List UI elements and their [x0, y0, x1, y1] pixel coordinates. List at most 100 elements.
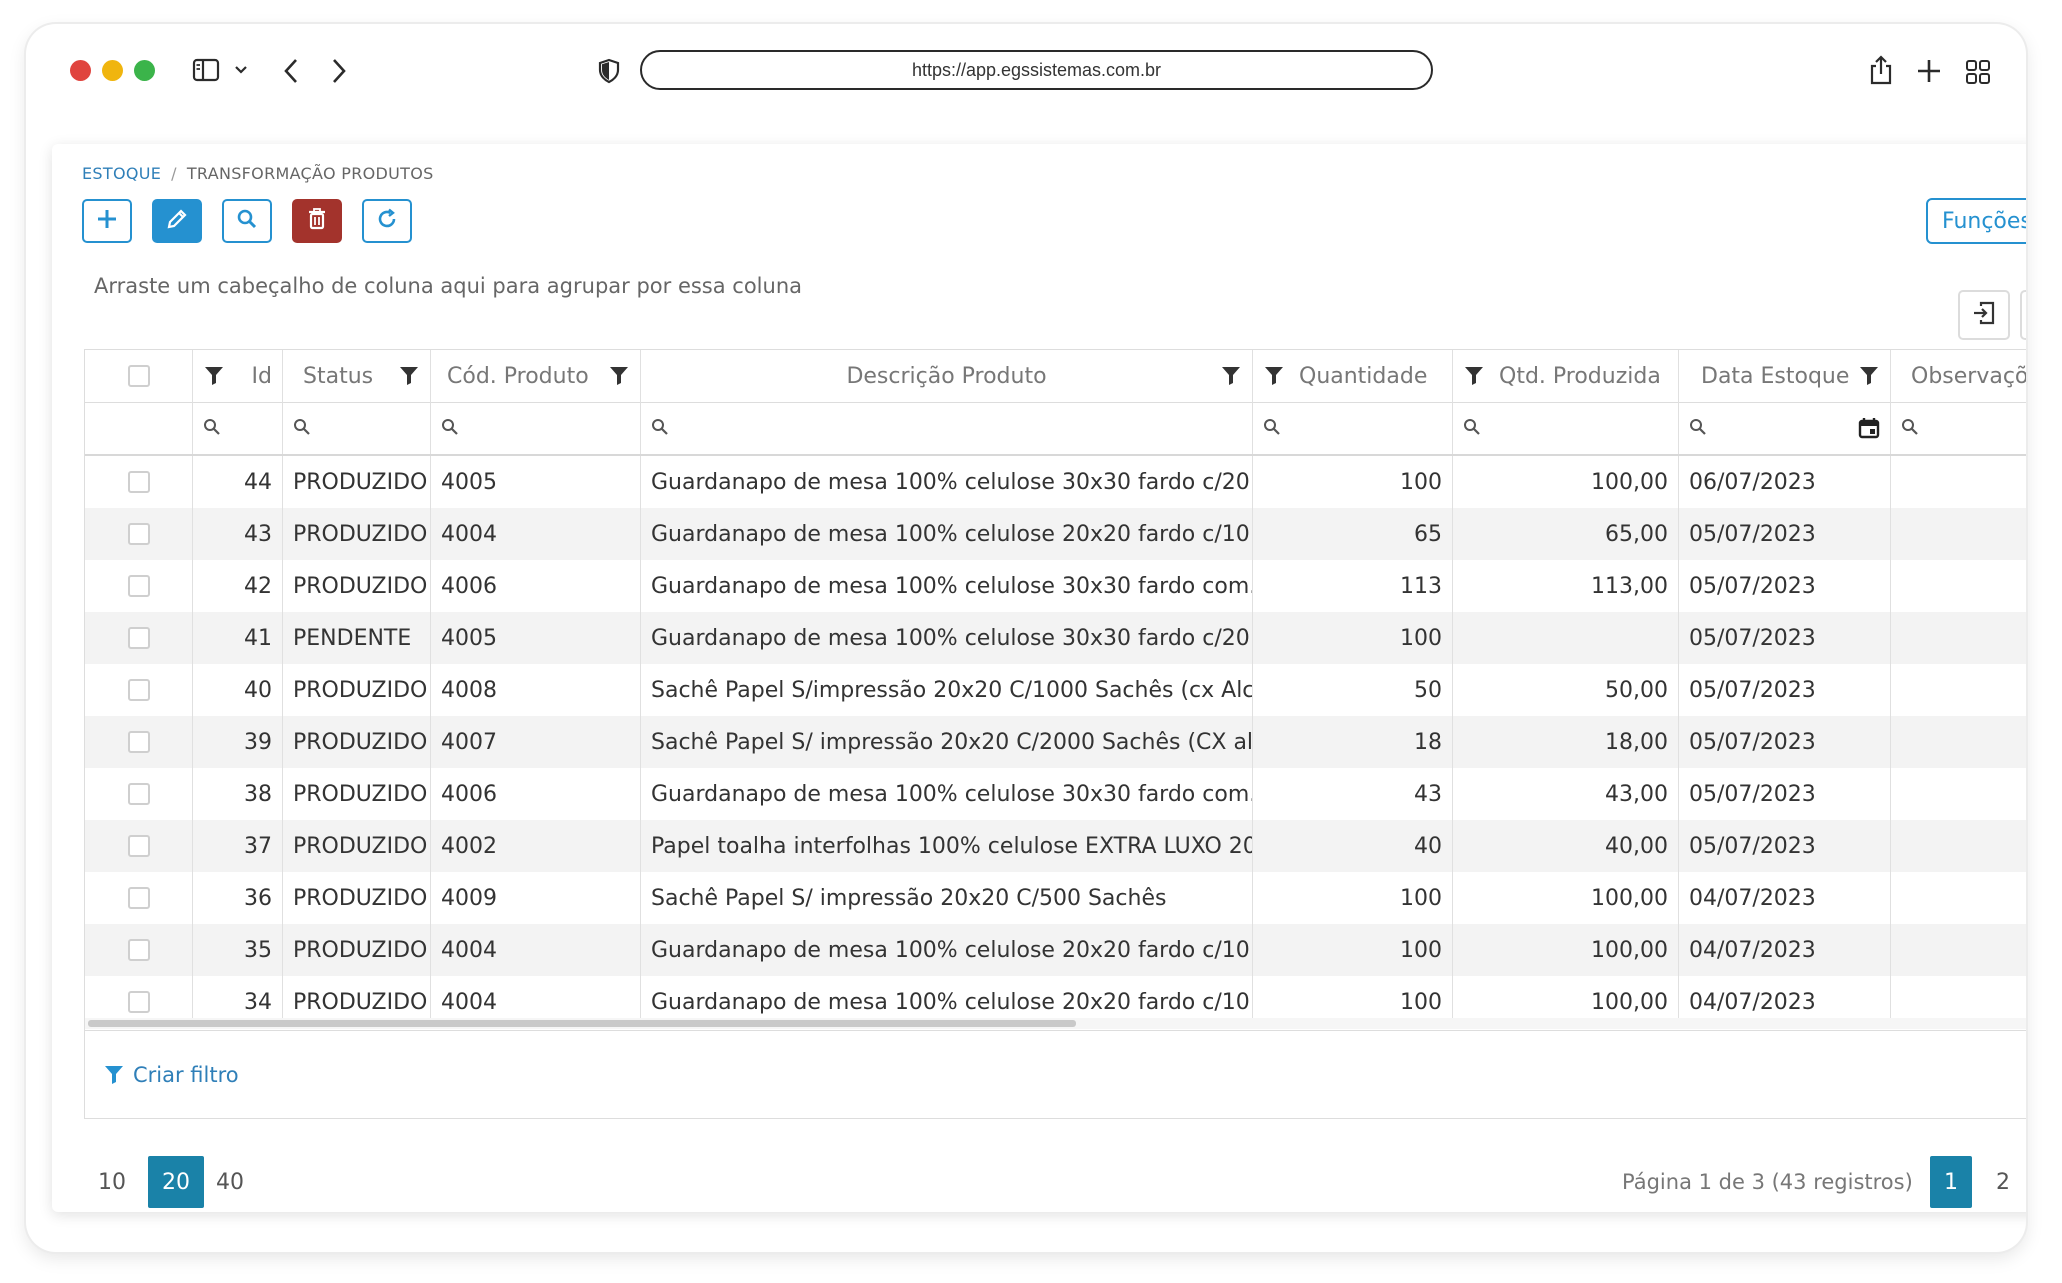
filter-cell-cod-produto[interactable]	[431, 402, 641, 454]
table-row[interactable]: 39 PRODUZIDO 4007 Sachê Papel S/ impress…	[85, 716, 2026, 768]
cell-descricao: Guardanapo de mesa 100% celulose 20x20 f…	[641, 924, 1253, 976]
row-select-cell	[85, 768, 193, 820]
cell-cod-produto: 4004	[431, 924, 641, 976]
tabs-grid-icon[interactable]	[1962, 56, 1994, 88]
edit-icon	[166, 208, 188, 234]
table-row[interactable]: 36 PRODUZIDO 4009 Sachê Papel S/ impress…	[85, 872, 2026, 924]
table-row[interactable]: 38 PRODUZIDO 4006 Guardanapo de mesa 100…	[85, 768, 2026, 820]
filter-cell-quantidade[interactable]	[1253, 402, 1453, 454]
page-size-10[interactable]: 10	[86, 1156, 138, 1208]
column-chooser-button[interactable]	[2020, 290, 2026, 340]
column-header-quantidade[interactable]: Quantidade	[1253, 350, 1453, 402]
filter-icon[interactable]	[203, 364, 225, 388]
column-header-observacoes[interactable]: Observaçõ	[1891, 350, 2026, 402]
minimize-window-button[interactable]	[102, 60, 123, 81]
row-select-cell	[85, 456, 193, 508]
cell-descricao: Guardanapo de mesa 100% celulose 30x30 f…	[641, 768, 1253, 820]
row-select-cell	[85, 820, 193, 872]
address-bar[interactable]: https://app.egssistemas.com.br	[640, 50, 1433, 90]
horizontal-scrollbar-thumb[interactable]	[88, 1020, 1076, 1027]
trash-icon	[306, 207, 328, 235]
table-row[interactable]: 37 PRODUZIDO 4002 Papel toalha interfolh…	[85, 820, 2026, 872]
page-button-1[interactable]: 1	[1930, 1156, 1972, 1208]
edit-button[interactable]	[152, 199, 202, 243]
cell-quantidade: 100	[1253, 872, 1453, 924]
column-header-cod-produto[interactable]: Cód. Produto	[431, 350, 641, 402]
filter-icon[interactable]	[398, 364, 420, 388]
plus-icon[interactable]	[1912, 54, 1946, 88]
export-button[interactable]	[1958, 290, 2010, 340]
table-row[interactable]: 35 PRODUZIDO 4004 Guardanapo de mesa 100…	[85, 924, 2026, 976]
row-checkbox[interactable]	[127, 471, 150, 493]
add-icon	[96, 208, 118, 234]
page-size-40[interactable]: 40	[204, 1156, 256, 1208]
close-window-button[interactable]	[70, 60, 91, 81]
table-row[interactable]: 41 PENDENTE 4005 Guardanapo de mesa 100%…	[85, 612, 2026, 664]
cell-data-estoque: 05/07/2023	[1679, 768, 1891, 820]
forward-icon[interactable]	[324, 56, 354, 86]
row-checkbox[interactable]	[127, 575, 150, 597]
cell-status: PRODUZIDO	[283, 872, 431, 924]
row-checkbox[interactable]	[127, 939, 150, 961]
cell-data-estoque: 04/07/2023	[1679, 924, 1891, 976]
filter-cell-descricao[interactable]	[641, 402, 1253, 454]
table-row[interactable]: 43 PRODUZIDO 4004 Guardanapo de mesa 100…	[85, 508, 2026, 560]
pager-info: Página 1 de 3 (43 registros)	[1622, 1170, 1913, 1194]
cell-observacoes	[1891, 456, 2026, 508]
shield-icon[interactable]	[594, 56, 624, 86]
filter-icon[interactable]	[608, 364, 630, 388]
filter-cell-status[interactable]	[283, 402, 431, 454]
filter-cell-qtd-produzida[interactable]	[1453, 402, 1679, 454]
column-header-qtd-produzida[interactable]: Qtd. Produzida	[1453, 350, 1679, 402]
cell-cod-produto: 4002	[431, 820, 641, 872]
maximize-window-button[interactable]	[134, 60, 155, 81]
filter-builder-bar[interactable]: Criar filtro	[85, 1030, 2026, 1118]
table-row[interactable]: 42 PRODUZIDO 4006 Guardanapo de mesa 100…	[85, 560, 2026, 612]
cell-cod-produto: 4007	[431, 716, 641, 768]
column-header-descricao-produto[interactable]: Descrição Produto	[641, 350, 1253, 402]
breadcrumb-estoque-link[interactable]: ESTOQUE	[82, 164, 161, 183]
sidebar-icon[interactable]	[191, 56, 221, 84]
add-button[interactable]	[82, 199, 132, 243]
filter-cell-id[interactable]	[193, 402, 283, 454]
create-filter-link[interactable]: Criar filtro	[133, 1063, 239, 1087]
back-icon[interactable]	[276, 56, 306, 86]
cell-id: 38	[193, 768, 283, 820]
row-checkbox[interactable]	[127, 523, 150, 545]
share-icon[interactable]	[1864, 52, 1898, 88]
functions-dropdown-button[interactable]: Funções ▼	[1926, 198, 2026, 244]
row-select-cell	[85, 924, 193, 976]
column-header-status[interactable]: Status	[283, 350, 431, 402]
row-select-cell	[85, 508, 193, 560]
select-all-checkbox[interactable]	[127, 365, 150, 387]
table-row[interactable]: 44 PRODUZIDO 4005 Guardanapo de mesa 100…	[85, 456, 2026, 508]
chevron-down-icon[interactable]	[232, 60, 250, 80]
row-checkbox[interactable]	[127, 887, 150, 909]
row-checkbox[interactable]	[127, 731, 150, 753]
group-panel[interactable]: Arraste um cabeçalho de coluna aqui para…	[94, 274, 802, 298]
refresh-button[interactable]	[362, 199, 412, 243]
cell-status: PRODUZIDO	[283, 508, 431, 560]
page-button-2[interactable]: 2	[1982, 1156, 2024, 1208]
filter-cell-data-estoque[interactable]	[1679, 402, 1891, 454]
column-header-id[interactable]: Id	[193, 350, 283, 402]
filter-icon[interactable]	[1463, 364, 1485, 388]
filter-icon[interactable]	[1220, 364, 1242, 388]
row-checkbox[interactable]	[127, 783, 150, 805]
row-checkbox[interactable]	[127, 835, 150, 857]
row-checkbox[interactable]	[127, 679, 150, 701]
filter-icon[interactable]	[1858, 364, 1880, 388]
cell-status: PRODUZIDO	[283, 820, 431, 872]
cell-status: PRODUZIDO	[283, 560, 431, 612]
search-button[interactable]	[222, 199, 272, 243]
row-checkbox[interactable]	[127, 991, 150, 1013]
calendar-icon[interactable]	[1858, 417, 1880, 439]
filter-icon[interactable]	[1263, 364, 1285, 388]
delete-button[interactable]	[292, 199, 342, 243]
table-row[interactable]: 40 PRODUZIDO 4008 Sachê Papel S/impressã…	[85, 664, 2026, 716]
cell-quantidade: 65	[1253, 508, 1453, 560]
page-size-20[interactable]: 20	[148, 1156, 204, 1208]
filter-cell-observacoes[interactable]	[1891, 402, 2026, 454]
column-header-data-estoque[interactable]: Data Estoque	[1679, 350, 1891, 402]
row-checkbox[interactable]	[127, 627, 150, 649]
